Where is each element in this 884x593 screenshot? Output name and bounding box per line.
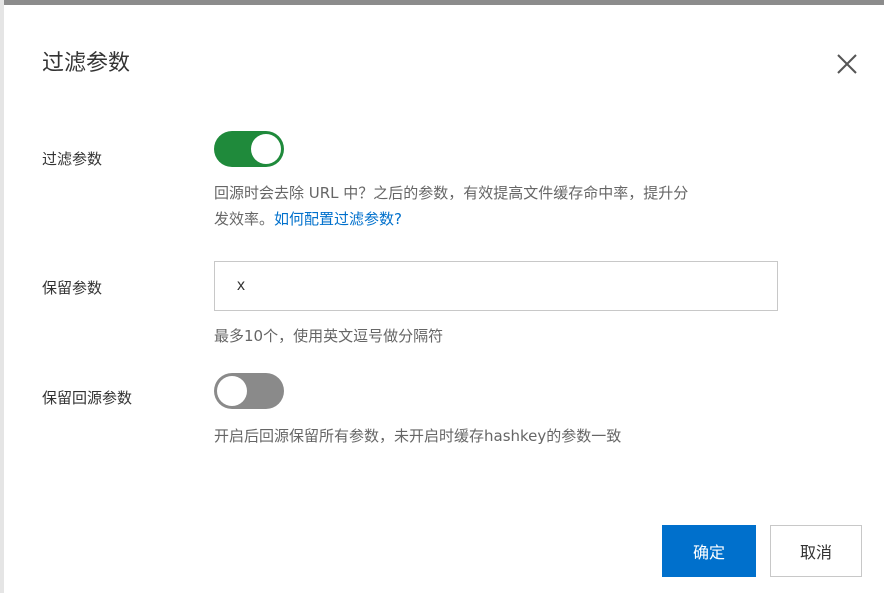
close-icon xyxy=(837,54,857,74)
filter-params-dialog: 过滤参数 过滤参数 回源时会去除 URL 中？之后的参数，有效提高文件缓存命中率… xyxy=(4,5,884,593)
toggle-knob xyxy=(251,134,281,164)
keep-params-hint: 最多10个，使用英文逗号做分隔符 xyxy=(214,327,444,345)
keep-params-label: 保留参数 xyxy=(42,279,103,297)
filter-params-toggle[interactable] xyxy=(214,131,284,167)
keep-origin-params-description: 开启后回源保留所有参数，未开启时缓存hashkey的参数一致 xyxy=(214,427,622,445)
filter-params-description: 回源时会去除 URL 中？之后的参数，有效提高文件缓存命中率，提升分 发效率。如… xyxy=(214,180,688,232)
dialog-title: 过滤参数 xyxy=(42,51,131,76)
cancel-button[interactable]: 取消 xyxy=(770,525,862,577)
keep-origin-params-toggle[interactable] xyxy=(214,373,284,409)
keep-params-input[interactable] xyxy=(214,261,778,311)
filter-params-description-line2: 发效率。如何配置过滤参数? xyxy=(214,206,688,232)
filter-params-description-line1: 回源时会去除 URL 中？之后的参数，有效提高文件缓存命中率，提升分 xyxy=(214,184,689,202)
filter-params-description-tail: 发效率。 xyxy=(214,210,275,228)
close-button[interactable] xyxy=(832,49,862,79)
confirm-button[interactable]: 确定 xyxy=(662,525,756,577)
help-link-configure-filter-params[interactable]: 如何配置过滤参数? xyxy=(274,210,402,228)
filter-params-label: 过滤参数 xyxy=(42,150,103,168)
toggle-knob xyxy=(217,376,247,406)
keep-origin-params-label: 保留回源参数 xyxy=(42,389,133,407)
